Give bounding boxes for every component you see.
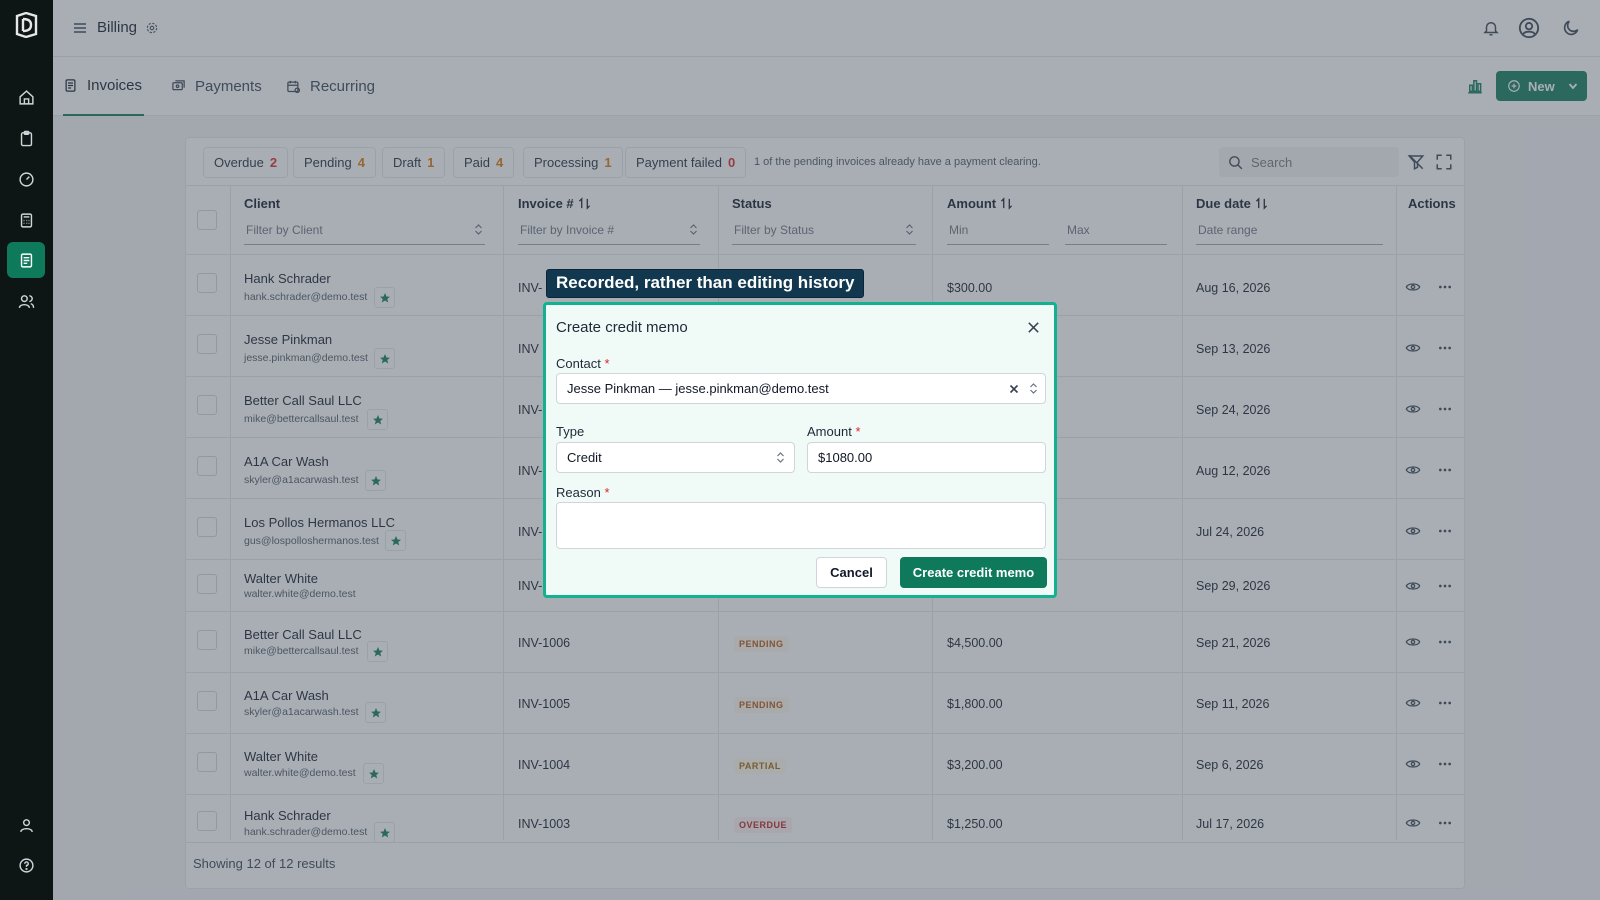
tooltip: Recorded, rather than editing history [546,269,864,298]
sidebar [0,0,53,900]
sidebar-item-dashboard[interactable] [7,161,45,197]
amount-input[interactable] [818,450,1035,465]
required-mark: * [855,424,861,439]
type-label: Type [556,424,585,439]
close-icon[interactable] [1026,320,1041,335]
user-icon [19,818,33,832]
required-mark: * [604,356,610,371]
sidebar-item-profile[interactable] [7,807,45,843]
cancel-button[interactable]: Cancel [816,557,887,588]
app-logo-icon[interactable] [14,12,39,38]
sidebar-item-contacts[interactable] [7,283,45,319]
type-select[interactable]: Credit [556,442,795,473]
select-arrows-icon [777,452,784,463]
select-arrows-icon [1030,383,1037,394]
document-icon [20,252,32,268]
type-value: Credit [567,450,602,465]
dialog-title: Create credit memo [556,319,688,336]
create-credit-memo-button[interactable]: Create credit memo [900,557,1047,588]
clear-icon[interactable] [1008,383,1020,395]
clipboard-icon [20,130,32,146]
amount-label: Amount * [807,424,861,439]
sidebar-item-help[interactable] [7,847,45,883]
credit-memo-dialog: Create credit memo Contact * Jesse Pinkm… [543,302,1057,598]
required-mark: * [604,485,610,500]
contact-value: Jesse Pinkman — jesse.pinkman@demo.test [567,381,829,396]
sidebar-item-orders[interactable] [7,120,45,156]
sidebar-item-home[interactable] [7,79,45,115]
label-text: Amount [807,424,852,439]
help-icon [18,857,34,873]
home-icon [18,89,34,105]
sidebar-item-billing[interactable] [7,242,45,278]
reason-textarea[interactable] [556,502,1046,549]
label-text: Contact [556,356,601,371]
amount-field[interactable] [807,442,1046,473]
contact-select[interactable]: Jesse Pinkman — jesse.pinkman@demo.test [556,373,1046,404]
reason-label: Reason * [556,485,610,500]
sidebar-item-accounting[interactable] [7,202,45,238]
gauge-icon [18,171,34,187]
contact-label: Contact * [556,356,610,371]
calculator-icon [20,212,32,228]
users-icon [18,294,34,308]
label-text: Reason [556,485,601,500]
